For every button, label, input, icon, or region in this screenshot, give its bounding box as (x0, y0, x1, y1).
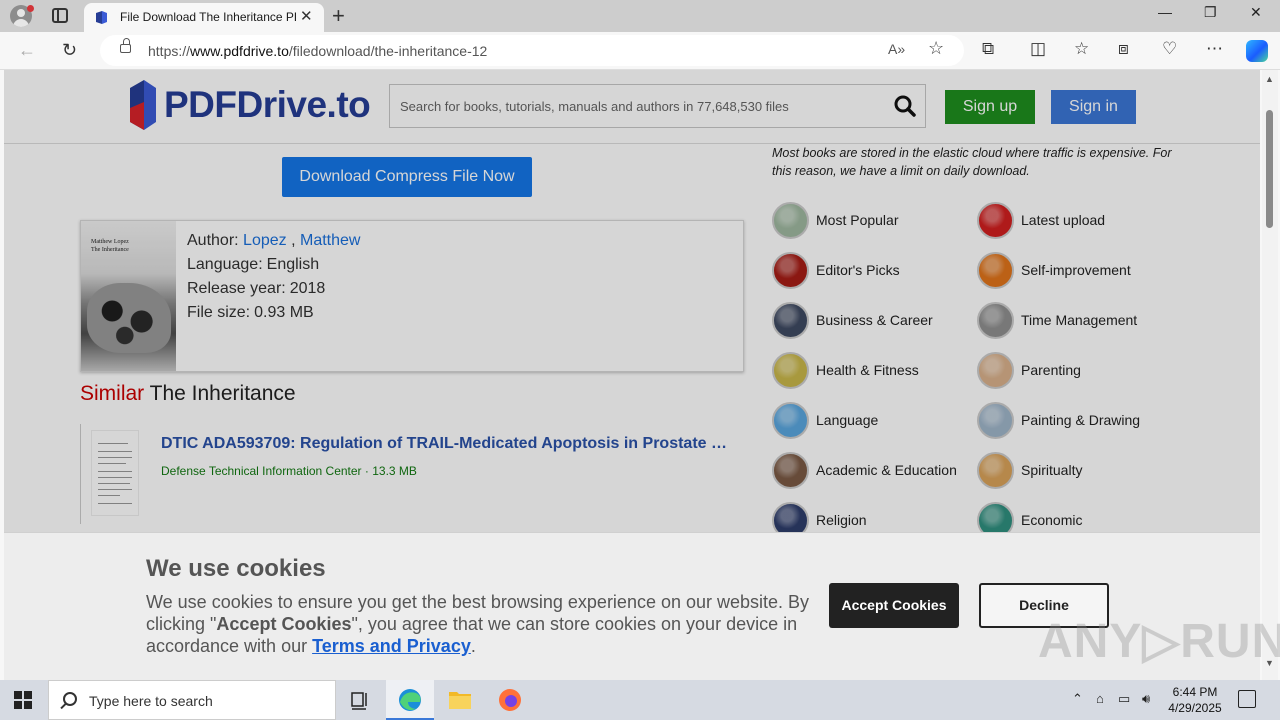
notification-center-icon[interactable] (1238, 690, 1256, 708)
clock-time: 6:44 PM (1172, 685, 1218, 699)
new-tab-button[interactable]: + (332, 3, 345, 29)
tab-title: File Download The Inheritance PDF (120, 10, 296, 24)
windows-taskbar: Type here to search ⌃ ⌂ ▭ 🔊︎ 6:44 PM 4/2… (0, 680, 1280, 720)
minimize-button[interactable]: — (1158, 4, 1172, 20)
edge-taskbar-icon[interactable] (386, 680, 434, 720)
url-text[interactable]: https://www.pdfdrive.to/filedownload/the… (148, 43, 487, 59)
cookie-text: We use cookies to ensure you get the bes… (146, 592, 810, 656)
page-scrollbar[interactable]: ▲ ▼ (1262, 70, 1278, 680)
task-view-icon[interactable] (336, 680, 384, 720)
clock-date: 4/29/2025 (1168, 701, 1222, 715)
back-icon[interactable]: ← (18, 40, 36, 61)
accept-cookies-button[interactable]: Accept Cookies (829, 583, 959, 628)
taskbar-search-text: Type here to search (89, 693, 213, 709)
refresh-icon[interactable]: ↻ (62, 40, 77, 61)
lock-icon[interactable] (120, 38, 131, 53)
maximize-button[interactable]: ❐ (1204, 4, 1217, 21)
meet-now-icon[interactable]: ⌂ (1096, 691, 1104, 706)
cookie-title: We use cookies (146, 555, 326, 582)
performance-icon[interactable]: ♡ (1162, 39, 1177, 59)
extensions-icon[interactable]: ⧉ (982, 39, 994, 59)
scroll-thumb[interactable] (1266, 110, 1273, 228)
browser-tab-active[interactable]: File Download The Inheritance PDF ✕ (84, 3, 324, 32)
collections-icon[interactable]: ⧈ (1118, 39, 1129, 59)
network-icon[interactable]: ▭ (1118, 691, 1130, 707)
terms-privacy-link[interactable]: Terms and Privacy (312, 636, 471, 656)
split-screen-icon[interactable]: ◫ (1030, 39, 1046, 59)
favorite-star-icon[interactable]: ☆ (928, 38, 944, 59)
taskbar-search-icon (63, 692, 77, 706)
browser-tab-strip: File Download The Inheritance PDF ✕ + — … (0, 0, 1280, 32)
chevron-up-icon[interactable]: ⌃ (1072, 691, 1083, 707)
profile-notification-dot (27, 5, 34, 12)
tab-close-icon[interactable]: ✕ (300, 7, 313, 25)
anyrun-watermark: ANY▷RUN (1038, 615, 1280, 668)
address-toolbar: ← ↻ https://www.pdfdrive.to/filedownload… (0, 32, 1280, 70)
read-aloud-icon[interactable]: A» (888, 41, 905, 57)
tab-actions-icon[interactable] (52, 8, 68, 23)
more-icon[interactable]: ⋯ (1206, 39, 1223, 59)
favorites-icon[interactable]: ☆ (1074, 39, 1089, 59)
close-window-button[interactable]: ✕ (1250, 4, 1262, 21)
file-explorer-icon[interactable] (436, 680, 484, 720)
firefox-icon[interactable] (486, 680, 534, 720)
system-clock[interactable]: 6:44 PM 4/29/2025 (1162, 684, 1228, 716)
volume-icon[interactable]: 🔊︎ (1142, 691, 1150, 707)
taskbar-search-box[interactable]: Type here to search (48, 680, 336, 720)
address-bar[interactable]: https://www.pdfdrive.to/filedownload/the… (100, 35, 964, 66)
cookie-banner: We use cookies We use cookies to ensure … (4, 532, 1280, 680)
pdfdrive-favicon-icon (96, 11, 107, 24)
scroll-up-icon[interactable]: ▲ (1265, 74, 1274, 84)
windows-start-icon[interactable] (14, 691, 32, 709)
cookie-overlay-dim (4, 70, 1260, 532)
copilot-icon[interactable] (1246, 40, 1268, 62)
